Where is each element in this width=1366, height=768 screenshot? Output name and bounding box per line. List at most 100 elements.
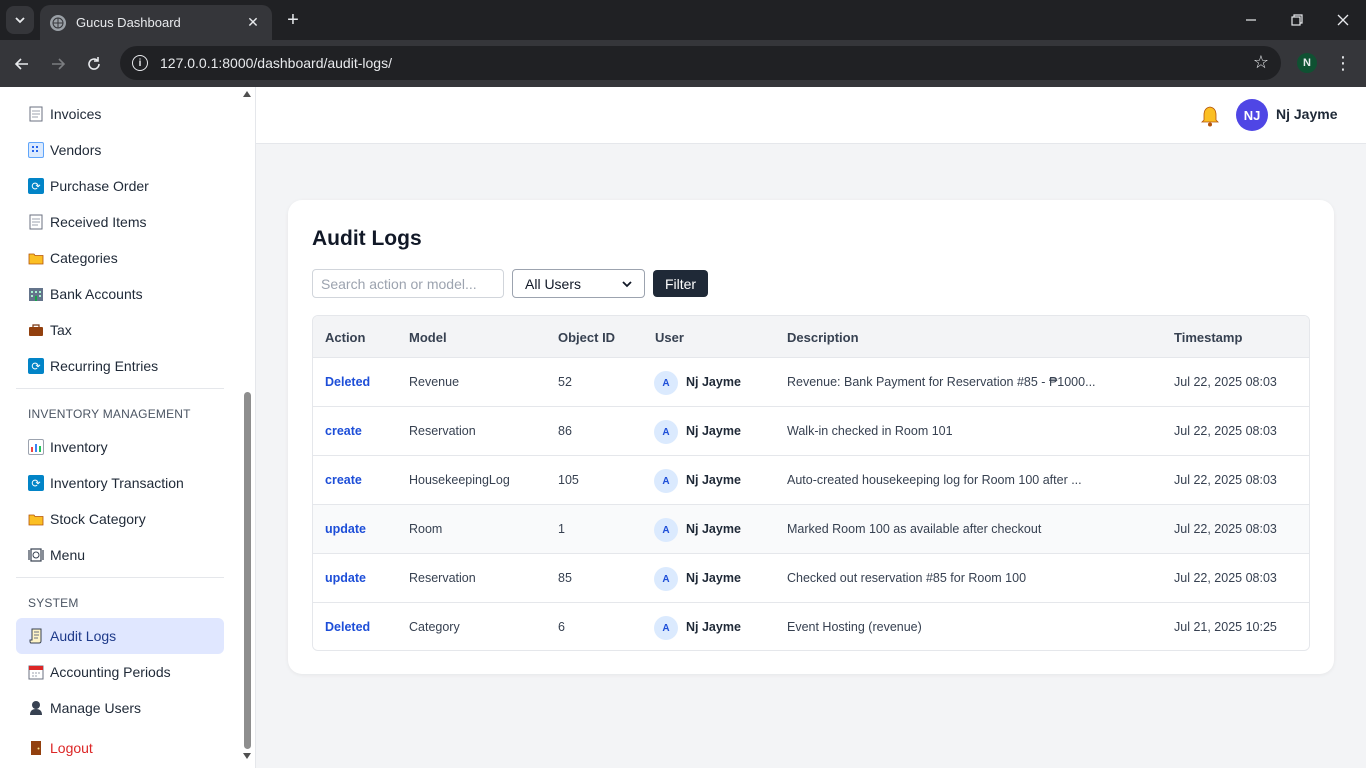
user-badge: A: [654, 420, 678, 444]
user-filter-value: All Users: [525, 275, 582, 292]
action-link[interactable]: Deleted: [325, 620, 370, 634]
user-icon: [28, 700, 44, 716]
description-cell: Marked Room 100 as available after check…: [787, 522, 1042, 536]
sidebar-item-accounting-periods[interactable]: Accounting Periods: [16, 654, 224, 690]
sidebar-item-label: Logout: [50, 740, 93, 756]
sidebar-heading-system: SYSTEM: [28, 596, 79, 610]
table-row: create HousekeepingLog 105 A Nj Jayme Au…: [313, 456, 1309, 505]
reload-button[interactable]: [81, 51, 107, 77]
star-icon[interactable]: ☆: [1253, 52, 1269, 73]
chevron-down-icon: [622, 280, 632, 287]
action-link[interactable]: update: [325, 571, 366, 585]
action-link[interactable]: create: [325, 424, 362, 438]
model-cell: Reservation: [409, 424, 476, 438]
sidebar-item-categories[interactable]: Categories: [16, 240, 224, 276]
info-icon[interactable]: i: [132, 55, 148, 71]
sidebar-divider: [16, 577, 224, 578]
table-row: Deleted Category 6 A Nj Jayme Event Host…: [313, 603, 1309, 650]
timestamp-cell: Jul 21, 2025 10:25: [1174, 620, 1277, 634]
folder-icon: [28, 250, 44, 266]
table-header: Action Model Object ID User Description …: [313, 316, 1309, 358]
table-row: create Reservation 86 A Nj Jayme Walk-in…: [313, 407, 1309, 456]
model-cell: Category: [409, 620, 460, 634]
sidebar-item-label: Accounting Periods: [50, 664, 171, 680]
sidebar-item-bank-accounts[interactable]: Bank Accounts: [16, 276, 224, 312]
sidebar-item-inventory[interactable]: Inventory: [16, 429, 224, 465]
tab-search-button[interactable]: [6, 6, 34, 34]
document-icon: [28, 214, 44, 230]
scroll-up-icon[interactable]: [243, 91, 251, 97]
chevron-down-icon: [15, 17, 25, 24]
user-badge: A: [654, 469, 678, 493]
user-name[interactable]: Nj Jayme: [1276, 106, 1337, 122]
sidebar-item-vendors[interactable]: Vendors: [16, 132, 224, 168]
user-filter-select[interactable]: All Users: [512, 269, 645, 298]
sidebar-divider: [16, 388, 224, 389]
sidebar-item-label: Audit Logs: [50, 628, 117, 644]
object-id-cell: 86: [558, 424, 572, 438]
tab-title: Gucus Dashboard: [76, 15, 181, 30]
sidebar-item-inventory-transaction[interactable]: ⟳ Inventory Transaction: [16, 465, 224, 501]
avatar[interactable]: NJ: [1236, 99, 1268, 131]
timestamp-cell: Jul 22, 2025 08:03: [1174, 375, 1277, 389]
sidebar-item-menu[interactable]: Menu: [16, 537, 224, 573]
sidebar-item-stock-category[interactable]: Stock Category: [16, 501, 224, 537]
cycle-icon: ⟳: [28, 475, 44, 491]
user-cell: Nj Jayme: [686, 522, 741, 536]
restore-icon: [1291, 14, 1303, 26]
sidebar-item-audit-logs[interactable]: Audit Logs: [16, 618, 224, 654]
action-link[interactable]: update: [325, 522, 366, 536]
user-cell: Nj Jayme: [686, 473, 741, 487]
audit-log-table: Action Model Object ID User Description …: [312, 315, 1310, 651]
browser-tab[interactable]: Gucus Dashboard ✕: [40, 5, 272, 40]
object-id-cell: 105: [558, 473, 579, 487]
search-input[interactable]: [312, 269, 504, 298]
restore-button[interactable]: [1274, 0, 1320, 40]
cycle-icon: ⟳: [28, 178, 44, 194]
sidebar-item-invoices[interactable]: Invoices: [16, 96, 224, 132]
sidebar-item-received-items[interactable]: Received Items: [16, 204, 224, 240]
briefcase-icon: [28, 322, 44, 338]
bell-icon[interactable]: [1200, 105, 1220, 127]
sidebar-scroll-thumb[interactable]: [244, 392, 251, 749]
sidebar-item-tax[interactable]: Tax: [16, 312, 224, 348]
minimize-icon: [1246, 19, 1256, 21]
sidebar-item-logout[interactable]: Logout: [16, 730, 224, 766]
address-bar[interactable]: i 127.0.0.1:8000/dashboard/audit-logs/ ☆: [120, 46, 1281, 80]
close-icon[interactable]: ✕: [244, 14, 262, 31]
sidebar-item-purchase-order[interactable]: ⟳ Purchase Order: [16, 168, 224, 204]
column-header-object-id: Object ID: [558, 330, 616, 345]
calendar-icon: [28, 664, 44, 680]
audit-logs-card: Audit Logs All Users Filter Action Model…: [288, 200, 1334, 674]
user-badge: A: [654, 518, 678, 542]
minimize-button[interactable]: [1228, 0, 1274, 40]
more-menu-icon[interactable]: ⋮: [1334, 52, 1352, 74]
scroll-down-icon[interactable]: [243, 753, 251, 759]
arrow-right-icon: [52, 58, 66, 70]
scroll-icon: [28, 628, 44, 644]
filter-button[interactable]: Filter: [653, 270, 708, 297]
back-button[interactable]: [9, 51, 35, 77]
timestamp-cell: Jul 22, 2025 08:03: [1174, 473, 1277, 487]
forward-button[interactable]: [45, 51, 71, 77]
bank-icon: [28, 286, 44, 302]
user-cell: Nj Jayme: [686, 571, 741, 585]
action-link[interactable]: Deleted: [325, 375, 370, 389]
new-tab-button[interactable]: +: [282, 8, 304, 32]
window-close-button[interactable]: [1320, 0, 1366, 40]
user-badge: A: [654, 616, 678, 640]
timestamp-cell: Jul 22, 2025 08:03: [1174, 522, 1277, 536]
sidebar-item-recurring-entries[interactable]: ⟳ Recurring Entries: [16, 348, 224, 384]
browser-tabbar: Gucus Dashboard ✕ +: [0, 0, 1366, 40]
object-id-cell: 52: [558, 375, 572, 389]
sidebar-item-manage-users[interactable]: Manage Users: [16, 690, 224, 726]
profile-avatar[interactable]: N: [1297, 53, 1317, 73]
user-cell: Nj Jayme: [686, 375, 741, 389]
action-link[interactable]: create: [325, 473, 362, 487]
browser-toolbar: i 127.0.0.1:8000/dashboard/audit-logs/ ☆: [0, 40, 1366, 87]
url-text[interactable]: 127.0.0.1:8000/dashboard/audit-logs/: [160, 55, 392, 71]
close-icon: [1337, 14, 1349, 26]
description-cell: Walk-in checked in Room 101: [787, 424, 953, 438]
cycle-icon: ⟳: [28, 358, 44, 374]
sidebar-heading-inventory: INVENTORY MANAGEMENT: [28, 407, 191, 421]
